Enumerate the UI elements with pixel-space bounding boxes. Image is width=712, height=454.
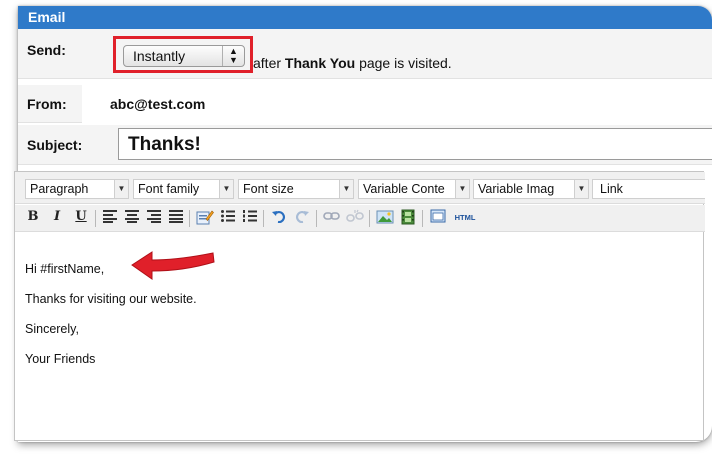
toolbar-divider	[95, 210, 96, 227]
bullet-list-icon	[221, 210, 235, 222]
font-size-dropdown[interactable]: Font size ▼	[238, 179, 354, 199]
toolbar-divider	[316, 210, 317, 227]
chevron-down-icon: ▼	[339, 180, 353, 198]
bold-button[interactable]: B	[23, 209, 43, 227]
send-label: Send:	[27, 42, 66, 58]
body-line-signature: Your Friends	[25, 352, 96, 366]
italic-button[interactable]: I	[47, 209, 67, 227]
insert-media-button[interactable]	[398, 209, 418, 227]
body-line-greeting: Hi #firstName,	[25, 262, 105, 276]
chevron-down-icon: ▼	[219, 180, 233, 198]
format-toolbar: Paragraph ▼ Font family ▼ Font size ▼ Varia…	[15, 172, 705, 204]
toolbar-divider	[189, 210, 190, 227]
thank-you-page-name: Thank You	[284, 55, 356, 71]
send-row: Send: Instantly ▲ ▼ after Thank You page …	[18, 29, 712, 79]
send-description: after Thank You page is visited.	[253, 55, 452, 71]
edit-pencil-icon	[196, 210, 214, 225]
subject-label: Subject:	[27, 137, 83, 153]
subject-row: Subject: Thanks!	[18, 125, 712, 165]
red-arrow-callout-icon	[131, 251, 215, 280]
editing-toolbar: B I U HTML	[15, 205, 705, 232]
body-line-message: Thanks for visiting our website.	[25, 292, 197, 306]
paragraph-dropdown[interactable]: Paragraph ▼	[25, 179, 129, 199]
redo-button[interactable]	[292, 209, 312, 227]
send-text-after: after	[253, 55, 282, 71]
toolbar-divider	[369, 210, 370, 227]
font-family-dropdown[interactable]: Font family ▼	[133, 179, 234, 199]
chevron-down-icon: ▼	[574, 180, 588, 198]
window-icon	[430, 209, 446, 223]
send-timing-select[interactable]: Instantly ▲ ▼	[123, 45, 245, 67]
toolbar-divider	[263, 210, 264, 227]
link-icon	[323, 212, 340, 220]
justify-icon	[169, 210, 183, 223]
subject-input[interactable]: Thanks!	[118, 128, 712, 160]
align-center-button[interactable]	[122, 209, 142, 227]
send-text-end: page is visited.	[359, 55, 452, 71]
unlink-button[interactable]	[345, 209, 365, 227]
align-left-button[interactable]	[100, 209, 120, 227]
variable-image-dropdown[interactable]: Variable Imag ▼	[473, 179, 589, 199]
redo-icon	[295, 211, 309, 224]
cleanup-button[interactable]	[195, 209, 215, 227]
body-line-closing: Sincerely,	[25, 322, 79, 336]
chevron-down-icon: ▼	[455, 180, 469, 198]
undo-button[interactable]	[269, 209, 289, 227]
align-right-icon	[147, 210, 161, 223]
from-row: From: abc@test.com	[18, 85, 712, 123]
send-timing-value: Instantly	[133, 48, 186, 64]
toolbar-divider	[422, 210, 423, 227]
image-icon	[376, 210, 394, 224]
link-label: Link	[600, 182, 623, 196]
rich-text-editor: Paragraph ▼ Font family ▼ Font size ▼ Varia…	[14, 171, 705, 441]
numbered-list-icon	[243, 210, 257, 222]
bullet-list-button[interactable]	[218, 209, 238, 227]
numbered-list-button[interactable]	[240, 209, 260, 227]
insert-link-button[interactable]	[322, 209, 342, 227]
align-left-icon	[103, 210, 117, 223]
link-dropdown[interactable]: Link	[592, 179, 705, 199]
insert-image-button[interactable]	[375, 209, 395, 227]
from-label: From:	[27, 96, 67, 112]
underline-button[interactable]: U	[71, 209, 91, 227]
variable-content-label: Variable Conte	[363, 182, 445, 196]
fullscreen-button[interactable]	[428, 209, 448, 227]
film-icon	[401, 209, 415, 225]
variable-content-dropdown[interactable]: Variable Conte ▼	[358, 179, 470, 199]
html-source-button[interactable]: HTML	[452, 209, 478, 227]
justify-button[interactable]	[166, 209, 186, 227]
chevron-down-icon: ▼	[114, 180, 128, 198]
align-right-button[interactable]	[144, 209, 164, 227]
select-arrows-icon: ▲ ▼	[222, 46, 244, 66]
unlink-icon	[346, 209, 364, 222]
font-size-label: Font size	[243, 182, 294, 196]
from-value: abc@test.com	[110, 96, 206, 112]
align-center-icon	[125, 210, 139, 223]
variable-image-label: Variable Imag	[478, 182, 555, 196]
section-title: Email	[18, 6, 712, 29]
undo-icon	[272, 211, 286, 224]
